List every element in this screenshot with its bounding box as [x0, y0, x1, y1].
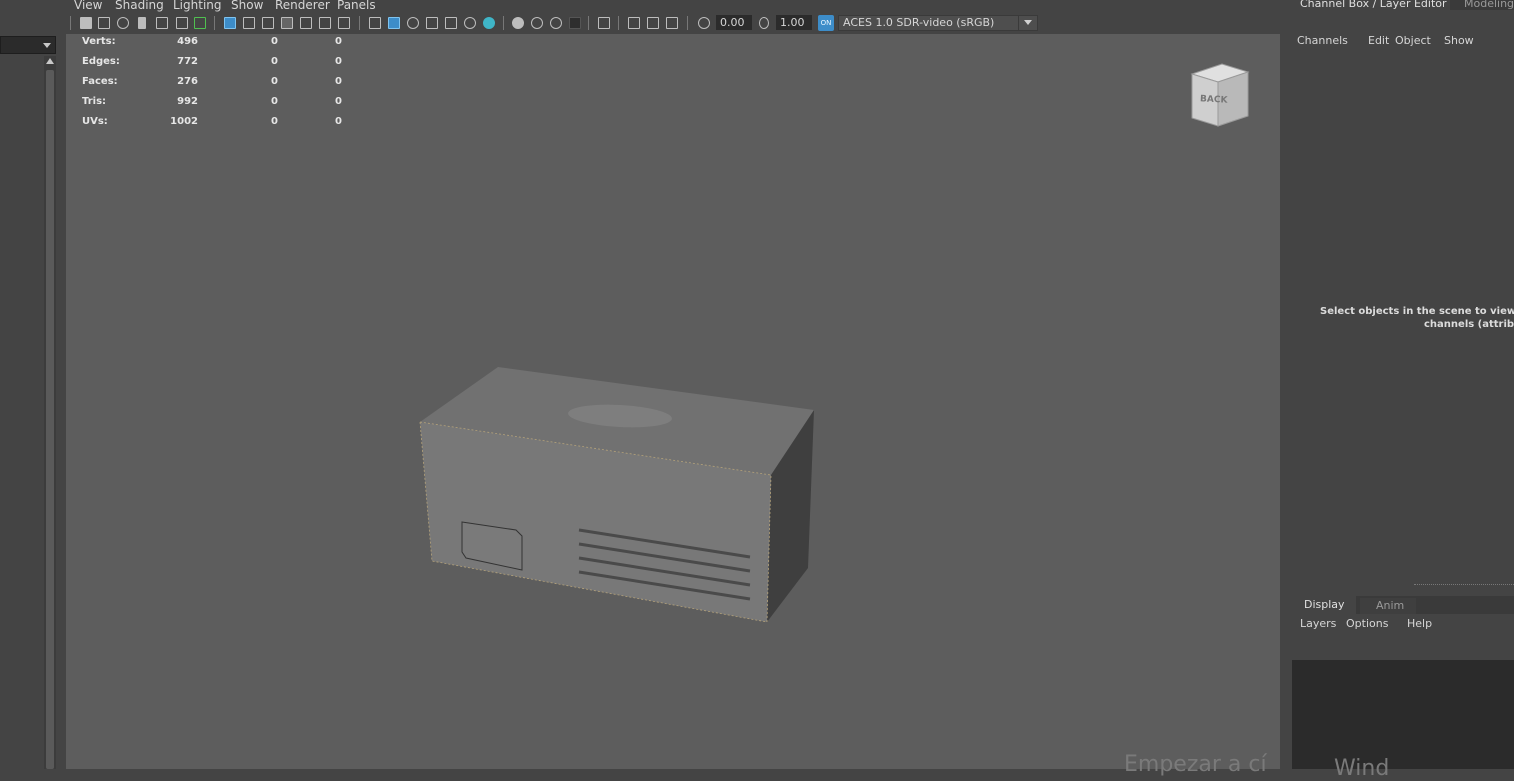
menu-object[interactable]: Object — [1395, 34, 1431, 47]
scroll-up-arrow-icon[interactable] — [46, 58, 54, 64]
menu-options[interactable]: Options — [1346, 617, 1388, 630]
left-panel-dropdown[interactable] — [0, 36, 56, 54]
tab-display[interactable]: Display — [1290, 596, 1356, 614]
activation-watermark: Empezar a cí — [1124, 752, 1267, 777]
scrollbar-thumb[interactable] — [46, 70, 54, 769]
viewport-panel[interactable]: View Shading Lighting Show Renderer Pane… — [66, 0, 1280, 777]
channel-box-empty-message: channels (attribut — [1424, 319, 1514, 330]
menu-help[interactable]: Help — [1407, 617, 1432, 630]
menu-edit[interactable]: Edit — [1368, 34, 1389, 47]
tab-channel-box-layer-editor[interactable]: Channel Box / Layer Editor — [1300, 0, 1447, 10]
viewcube-face-label[interactable]: BACK — [1200, 94, 1228, 105]
panel-splitter[interactable] — [1414, 584, 1514, 587]
panel-tabs: Channel Box / Layer Editor Modeling — [1284, 0, 1514, 12]
left-panel-scrollbar[interactable] — [44, 56, 56, 769]
scene-canvas[interactable] — [66, 0, 1280, 769]
menu-layers[interactable]: Layers — [1300, 617, 1336, 630]
tab-anim[interactable]: Anim — [1360, 598, 1416, 614]
menu-show[interactable]: Show — [1444, 34, 1474, 47]
channel-box-panel: Channel Box / Layer Editor Modeling Chan… — [1284, 0, 1514, 781]
layer-list[interactable] — [1292, 660, 1514, 769]
tab-modeling-toolkit[interactable]: Modeling — [1450, 0, 1514, 10]
layer-editor-tabs: Display Anim — [1290, 596, 1514, 614]
channel-box-empty-message: Select objects in the scene to view, ed — [1320, 306, 1514, 317]
box-model[interactable] — [419, 367, 814, 623]
left-side-panel — [0, 0, 62, 769]
chevron-down-icon — [43, 43, 51, 48]
menu-channels[interactable]: Channels — [1297, 34, 1348, 47]
